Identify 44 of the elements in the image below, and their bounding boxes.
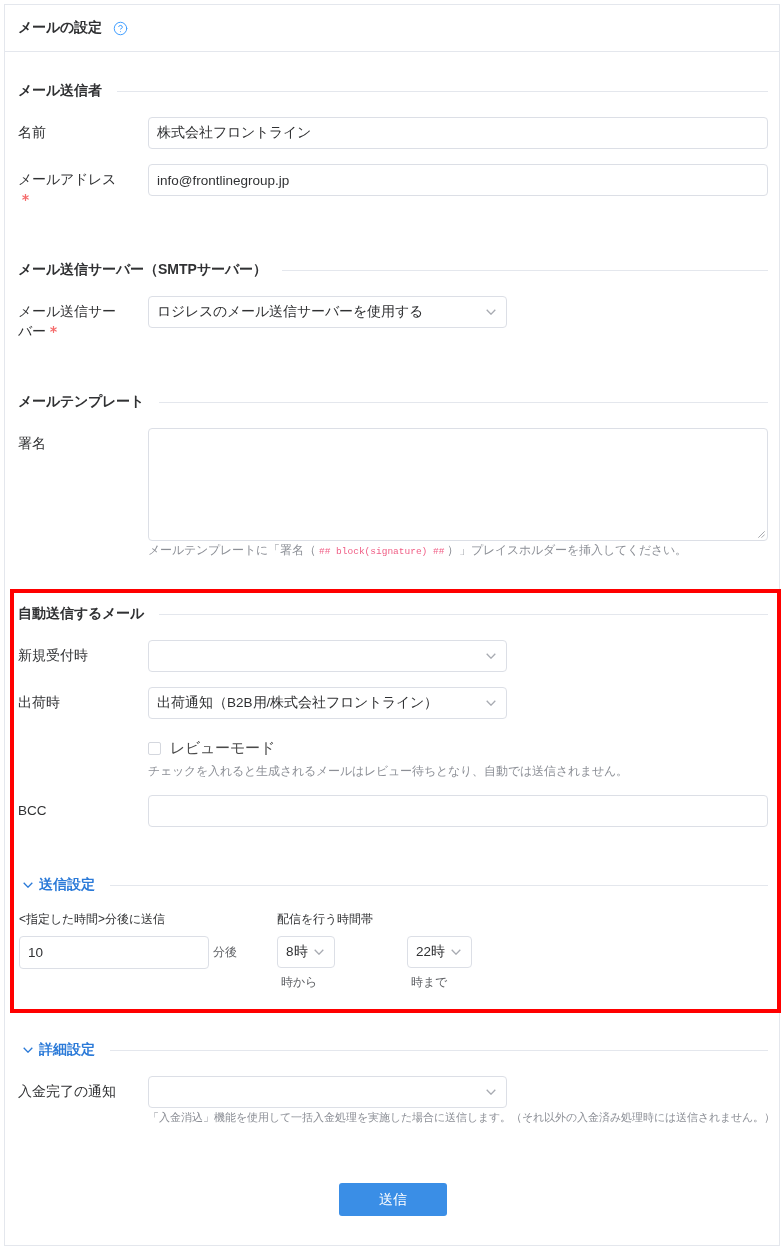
select-field[interactable] [148, 1076, 507, 1108]
page-title: メールの設定 [18, 19, 102, 37]
hour-select[interactable]: 8時 [277, 936, 335, 968]
section-heading: メール送信者 [18, 82, 102, 100]
section-toggle[interactable]: 送信設定 [18, 876, 95, 894]
field-label: メール送信サーバー [18, 304, 116, 339]
help-text: チェックを入れると生成されるメールはレビュー待ちとなり、自動では送信されません。 [148, 763, 629, 780]
field-label: <指定した時間>分後に送信 [19, 911, 166, 928]
field-label: 新規受付時 [18, 648, 88, 663]
select-field[interactable]: ロジレスのメール送信サーバーを使用する [148, 296, 507, 328]
text-input[interactable]: 株式会社フロントライン [148, 117, 768, 149]
field-label: 配信を行う時間帯 [277, 911, 374, 928]
field-label: 署名 [18, 436, 46, 451]
chevron-down-icon [451, 949, 462, 955]
number-input[interactable]: 10 [19, 936, 209, 969]
section-heading: 自動送信するメール [18, 605, 144, 623]
field-label: BCC [18, 803, 47, 818]
chevron-down-icon [486, 1089, 496, 1095]
hour-caption: 時まで [410, 974, 447, 991]
chevron-down-icon [486, 700, 496, 706]
select-field[interactable]: 出荷通知（B2B用/株式会社フロントライン） [148, 687, 507, 719]
chevron-down-icon [313, 949, 324, 955]
section-heading: メール送信サーバー（SMTPサーバー） [18, 261, 267, 279]
unit-label: 分後 [213, 944, 237, 961]
textarea-field[interactable] [148, 428, 768, 541]
text-input[interactable] [148, 795, 768, 827]
chevron-down-icon [486, 309, 496, 315]
help-icon[interactable] [113, 20, 128, 36]
chevron-down-icon [486, 653, 496, 659]
field-label: 名前 [18, 125, 46, 140]
field-label: メールアドレス [18, 172, 116, 187]
help-text: 「入金消込」機能を使用して一括入金処理を実施した場合に送信します。（それ以外の入金済み処理時には送信されません。） [148, 1110, 768, 1125]
hour-caption: 時から [280, 974, 317, 991]
checkbox[interactable] [148, 741, 161, 755]
section-heading: メールテンプレート [18, 393, 144, 411]
section-toggle[interactable]: 詳細設定 [18, 1041, 95, 1059]
text-input[interactable]: info@frontlinegroup.jp [148, 164, 768, 196]
checkbox-label[interactable]: レビューモード [170, 738, 275, 758]
select-field[interactable] [148, 640, 507, 672]
field-label: 出荷時 [18, 695, 60, 710]
help-text: メールテンプレートに「署名（ ## block(signature) ## ）」プレイスホルダーを挿入してください。 [148, 542, 689, 559]
field-label: 入金完了の通知 [18, 1084, 116, 1099]
resize-handle-icon[interactable] [758, 531, 765, 538]
hour-select[interactable]: 22時 [407, 936, 473, 968]
